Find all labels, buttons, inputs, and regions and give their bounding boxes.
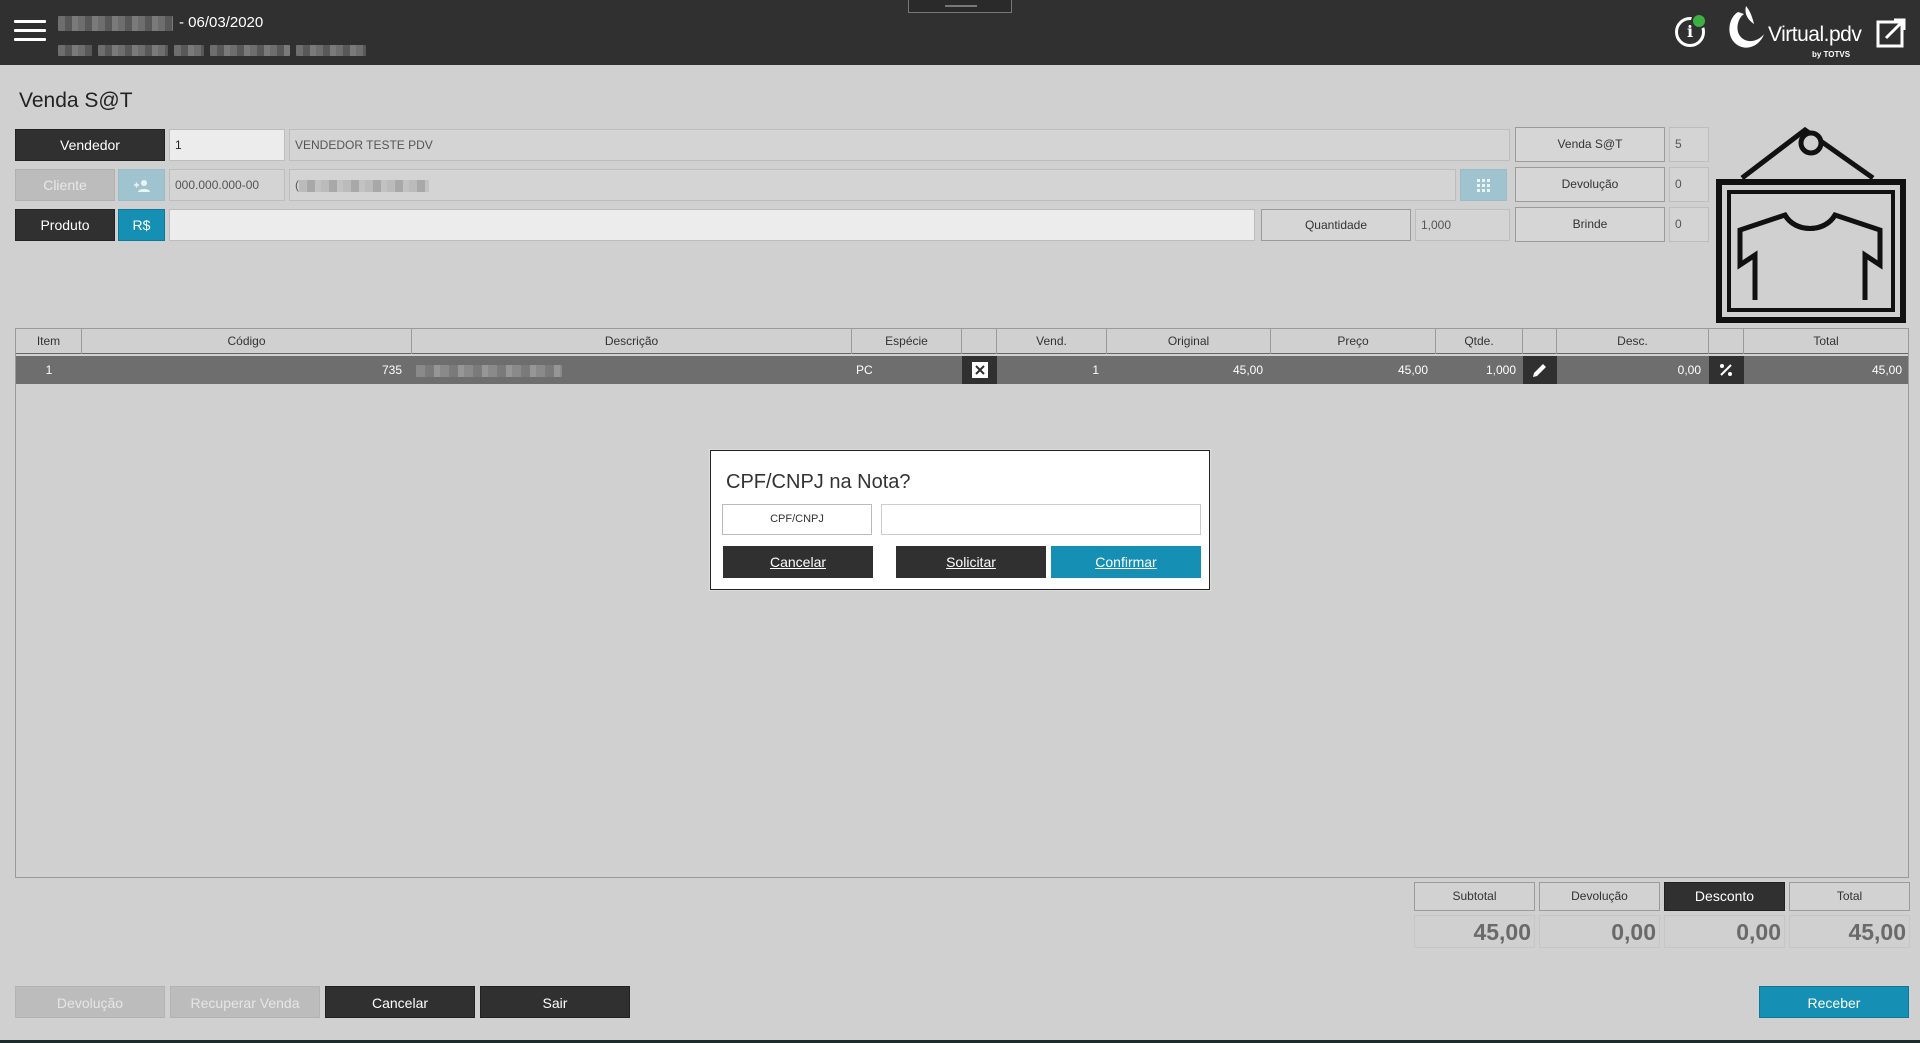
brinde-label: Brinde: [1515, 207, 1665, 242]
brinde-count: 0: [1669, 207, 1709, 242]
subtotal-value: 45,00: [1414, 915, 1535, 948]
percent-icon: [1720, 364, 1732, 376]
confirm-button[interactable]: Confirmar: [1051, 546, 1201, 578]
cell-codigo: 735: [381, 363, 402, 377]
items-table: Item Código Descrição Espécie Vend. Orig…: [15, 328, 1909, 878]
clothing-store-icon: [1716, 126, 1906, 323]
venda-sat-count: 5: [1669, 127, 1709, 162]
redacted-client-name: [299, 179, 429, 192]
session-date: - 06/03/2020: [179, 14, 264, 31]
vendedor-code-input[interactable]: 1: [169, 129, 285, 161]
dialog-title: CPF/CNPJ na Nota?: [726, 471, 911, 493]
logo-mark-icon: [1729, 6, 1764, 48]
cancelar-venda-button[interactable]: Cancelar: [325, 986, 475, 1018]
pencil-icon: [1533, 364, 1546, 377]
redacted-description: [416, 364, 562, 377]
add-user-icon: [133, 180, 150, 192]
col-edit: [1523, 329, 1557, 354]
col-qtde: Qtde.: [1436, 329, 1523, 354]
keypad-icon: [1476, 179, 1490, 192]
produto-input[interactable]: [169, 209, 1255, 241]
col-vend: Vend.: [997, 329, 1107, 354]
total-label: Total: [1789, 882, 1910, 911]
redacted-subtitle: [58, 43, 372, 61]
sair-button[interactable]: Sair: [480, 986, 630, 1018]
cpf-cnpj-label: CPF/CNPJ: [722, 504, 872, 535]
edit-item-button[interactable]: [1523, 356, 1557, 384]
apply-discount-button[interactable]: [1709, 356, 1744, 384]
redacted-store-name: [58, 15, 173, 31]
add-client-button: [118, 169, 165, 201]
cell-original: 45,00: [1232, 363, 1263, 377]
cancel-button[interactable]: Cancelar: [723, 546, 873, 578]
col-descricao: Descrição: [412, 329, 852, 354]
col-remove: [962, 329, 997, 354]
cell-total: 45,00: [1871, 363, 1902, 377]
cpf-cnpj-input[interactable]: [881, 504, 1201, 535]
col-preco: Preço: [1271, 329, 1436, 354]
online-status-icon: [1691, 13, 1707, 29]
devolucao-count: 0: [1669, 167, 1709, 202]
col-desc: Desc.: [1557, 329, 1709, 354]
total-value: 45,00: [1789, 915, 1910, 948]
devolucao-total-label: Devolução: [1539, 882, 1660, 911]
devolucao-total-value: 0,00: [1539, 915, 1660, 948]
quantidade-label: Quantidade: [1261, 209, 1411, 241]
quantidade-input[interactable]: 1,000: [1415, 209, 1510, 241]
col-total: Total: [1813, 334, 1839, 348]
col-discount: [1709, 329, 1744, 354]
cliente-doc-field[interactable]: 000.000.000-00: [169, 169, 285, 201]
price-lookup-button[interactable]: R$: [118, 209, 165, 241]
cell-vend: 1: [1092, 363, 1099, 377]
receber-button[interactable]: Receber: [1759, 986, 1909, 1018]
logo-by-text: by TOTVS: [1812, 50, 1851, 59]
store-title: - 06/03/2020: [58, 14, 263, 31]
desconto-value: 0,00: [1664, 915, 1785, 948]
col-codigo: Código: [82, 329, 412, 354]
pull-down-handle[interactable]: [908, 0, 1012, 13]
cell-descricao: [416, 356, 846, 384]
expand-window-icon[interactable]: [1874, 16, 1908, 50]
subtotal-label: Subtotal: [1414, 882, 1535, 911]
desconto-button[interactable]: Desconto: [1664, 882, 1785, 911]
devolucao-button: Devolução: [15, 986, 165, 1018]
col-original: Original: [1107, 329, 1271, 354]
table-header: Item Código Descrição Espécie Vend. Orig…: [16, 329, 1908, 354]
cell-especie: PC: [856, 363, 873, 377]
table-row[interactable]: 1 735 PC 1 45,00 45,00 1,000 0,00 45,00: [16, 356, 1908, 384]
recuperar-venda-button: Recuperar Venda: [170, 986, 320, 1018]
request-button[interactable]: Solicitar: [896, 546, 1046, 578]
cell-qtde: 1,000: [1485, 363, 1516, 377]
top-bar: - 06/03/2020 i Virtual.pdv by TOTVS: [0, 0, 1920, 65]
vendedor-button[interactable]: Vendedor: [15, 129, 165, 161]
col-item: Item: [16, 329, 82, 354]
cpf-cnpj-dialog: CPF/CNPJ na Nota? CPF/CNPJ Cancelar Soli…: [710, 450, 1210, 590]
venda-sat-label: Venda S@T: [1515, 127, 1665, 162]
cell-desc: 0,00: [1677, 363, 1701, 377]
virtual-pdv-logo: Virtual.pdv by TOTVS: [1724, 6, 1864, 62]
client-keypad-button: [1460, 169, 1507, 201]
devolucao-label: Devolução: [1515, 167, 1665, 202]
col-especie: Espécie: [852, 329, 962, 354]
cell-preco: 45,00: [1397, 363, 1428, 377]
remove-item-button[interactable]: [962, 356, 997, 384]
page-title: Venda S@T: [19, 89, 133, 112]
vendedor-name-field: VENDEDOR TESTE PDV: [289, 129, 1510, 161]
cell-item: 1: [45, 363, 53, 377]
produto-button[interactable]: Produto: [15, 209, 115, 241]
close-icon: [972, 362, 988, 378]
cliente-button: Cliente: [15, 169, 115, 201]
logo-text: Virtual.pdv: [1768, 23, 1862, 46]
cliente-name-field: (: [289, 169, 1456, 201]
menu-icon[interactable]: [14, 20, 46, 44]
